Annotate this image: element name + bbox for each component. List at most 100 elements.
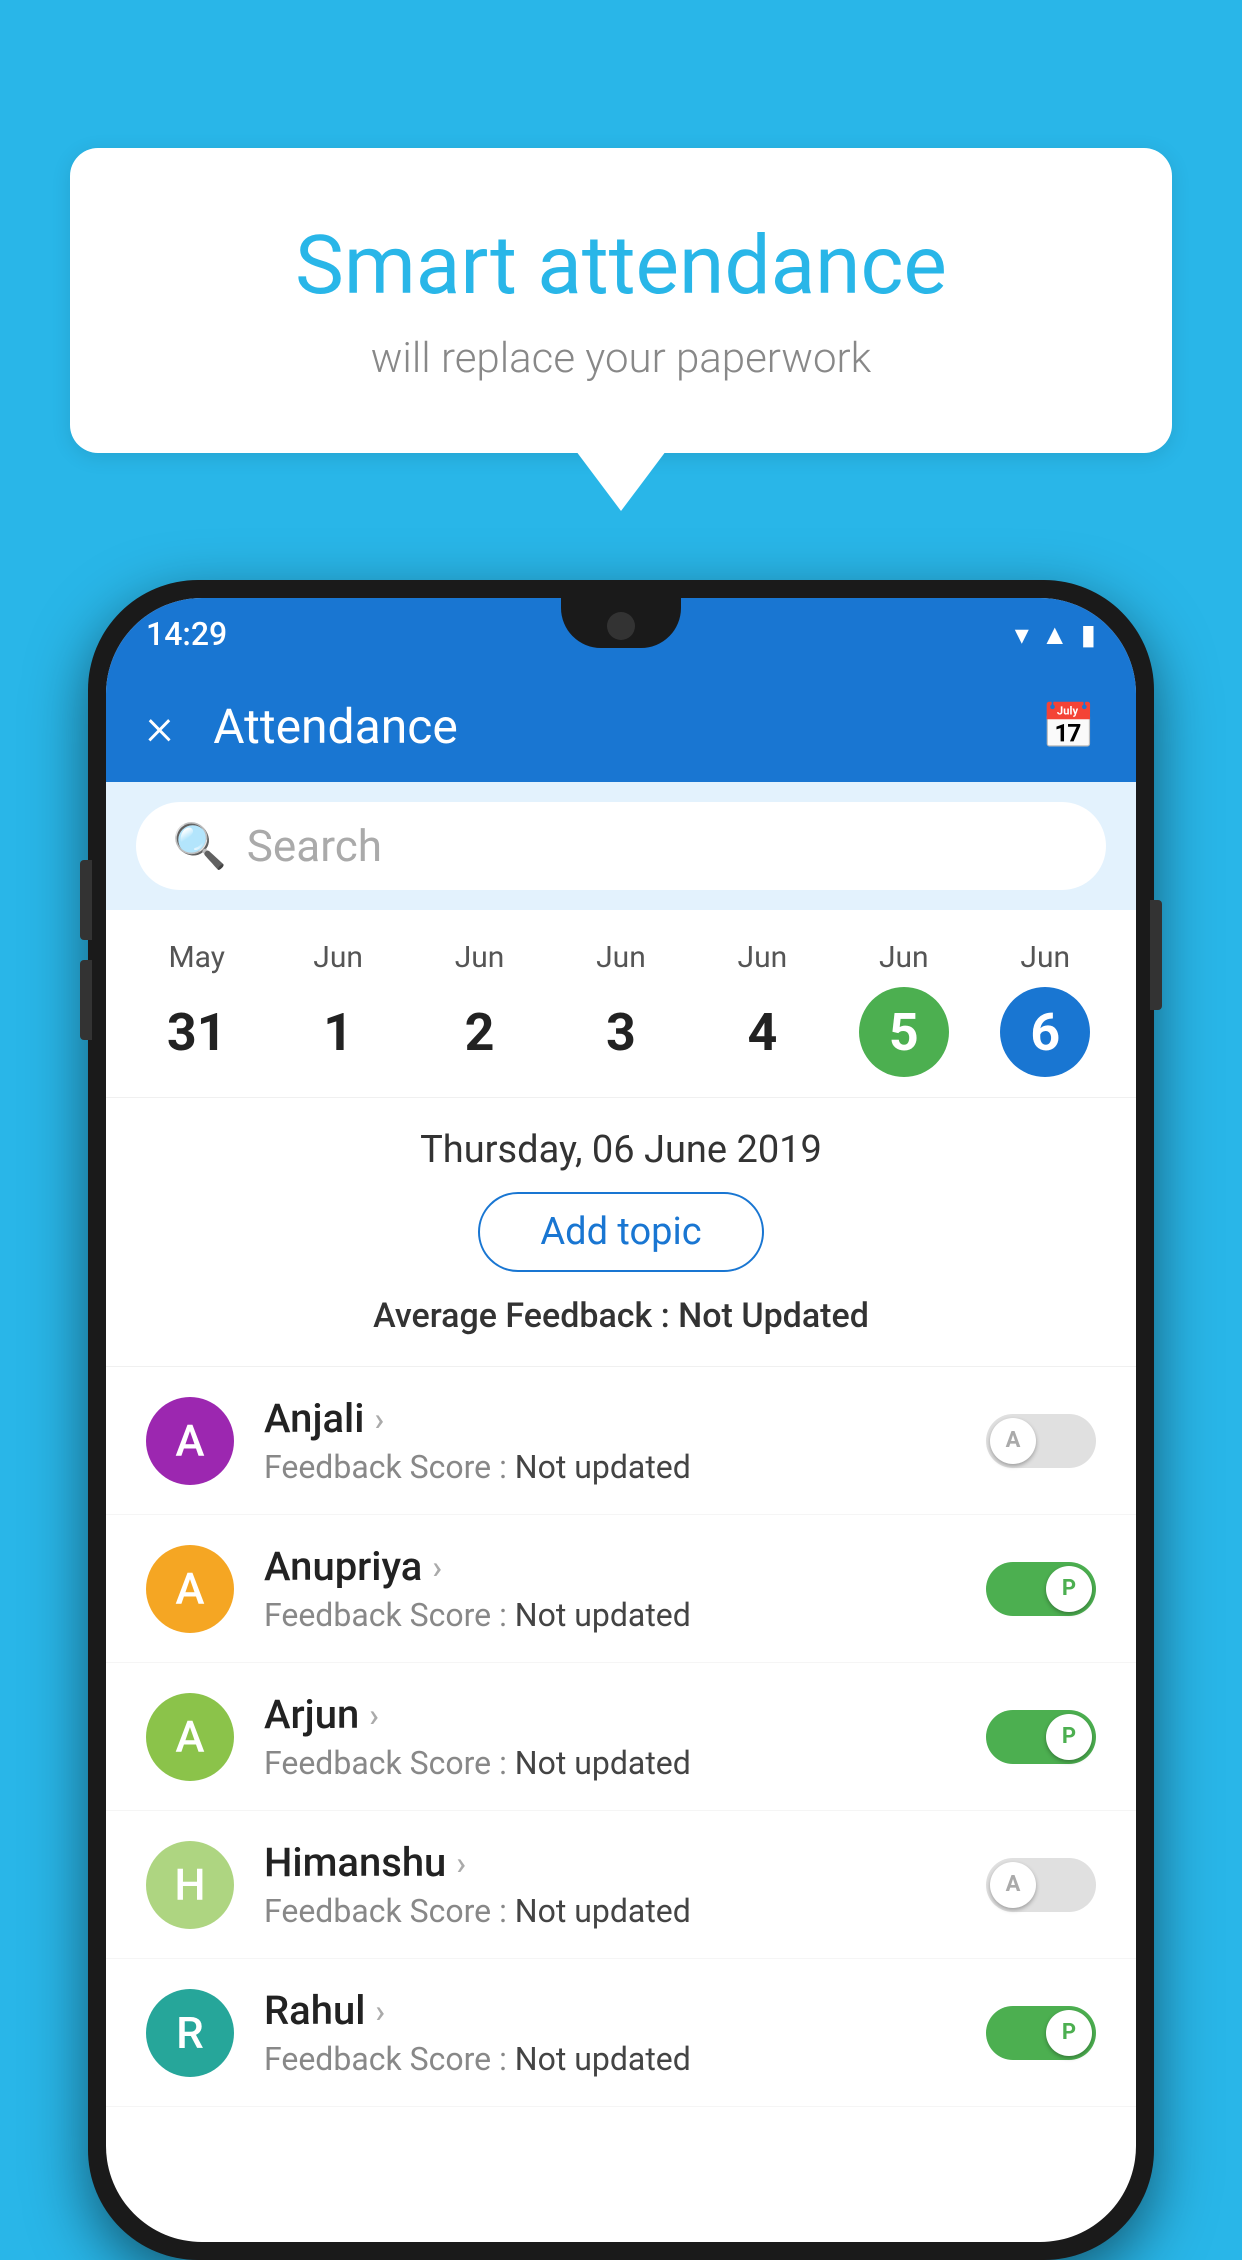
front-camera xyxy=(607,612,635,640)
cal-month-4: Jun xyxy=(738,940,788,975)
speech-bubble-subtitle: will replace your paperwork xyxy=(130,334,1112,383)
cal-date-5: 5 xyxy=(859,987,949,1077)
student-avatar-2: A xyxy=(146,1693,234,1781)
cal-month-1: Jun xyxy=(313,940,363,975)
student-feedback-0: Feedback Score : Not updated xyxy=(264,1448,956,1486)
cal-month-2: Jun xyxy=(455,940,505,975)
attendance-toggle-1[interactable]: P xyxy=(986,1562,1096,1616)
cal-date-0: 31 xyxy=(152,987,242,1077)
calendar-day-1[interactable]: Jun 1 xyxy=(293,940,383,1077)
attendance-toggle-3[interactable]: A xyxy=(986,1858,1096,1912)
toggle-wrapper-0[interactable]: A xyxy=(986,1414,1096,1468)
attendance-toggle-2[interactable]: P xyxy=(986,1710,1096,1764)
student-feedback-4: Feedback Score : Not updated xyxy=(264,2040,956,2078)
cal-month-3: Jun xyxy=(596,940,646,975)
toggle-wrapper-4[interactable]: P xyxy=(986,2006,1096,2060)
attendance-toggle-4[interactable]: P xyxy=(986,2006,1096,2060)
student-avatar-1: A xyxy=(146,1545,234,1633)
toggle-wrapper-1[interactable]: P xyxy=(986,1562,1096,1616)
chevron-icon-3: › xyxy=(456,1844,466,1882)
calendar-strip: May 31 Jun 1 Jun 2 Jun 3 Jun 4 Jun 5 Jun 6 xyxy=(106,910,1136,1098)
search-icon: 🔍 xyxy=(172,820,227,872)
student-name-0: Anjali› xyxy=(264,1395,956,1442)
student-avatar-4: R xyxy=(146,1989,234,2077)
power-button xyxy=(1150,900,1162,1010)
search-bar[interactable]: 🔍 Search xyxy=(136,802,1106,890)
speech-bubble: Smart attendance will replace your paper… xyxy=(70,148,1172,453)
toggle-knob-4: P xyxy=(1046,2010,1092,2056)
student-feedback-3: Feedback Score : Not updated xyxy=(264,1892,956,1930)
toggle-wrapper-3[interactable]: A xyxy=(986,1858,1096,1912)
status-time: 14:29 xyxy=(146,615,227,653)
cal-month-6: Jun xyxy=(1020,940,1070,975)
app-title: Attendance xyxy=(213,698,1041,755)
calendar-day-6[interactable]: Jun 6 xyxy=(1000,940,1090,1077)
student-info-1: Anupriya› Feedback Score : Not updated xyxy=(264,1543,956,1634)
speech-bubble-title: Smart attendance xyxy=(130,218,1112,314)
student-item-0[interactable]: A Anjali› Feedback Score : Not updated A xyxy=(106,1367,1136,1515)
student-feedback-2: Feedback Score : Not updated xyxy=(264,1744,956,1782)
calendar-day-0[interactable]: May 31 xyxy=(152,940,242,1077)
app-bar: × Attendance 📅 xyxy=(106,670,1136,782)
chevron-icon-0: › xyxy=(374,1400,384,1438)
status-icons: ▾ ▲ ▮ xyxy=(1015,618,1096,651)
chevron-icon-4: › xyxy=(375,1992,385,2030)
cal-date-4: 4 xyxy=(717,987,807,1077)
avg-feedback-value: Not Updated xyxy=(678,1296,869,1336)
chevron-icon-1: › xyxy=(432,1548,442,1586)
close-button[interactable]: × xyxy=(146,696,173,757)
student-name-1: Anupriya› xyxy=(264,1543,956,1590)
toggle-wrapper-2[interactable]: P xyxy=(986,1710,1096,1764)
toggle-knob-0: A xyxy=(990,1418,1036,1464)
student-info-4: Rahul› Feedback Score : Not updated xyxy=(264,1987,956,2078)
speech-bubble-wrapper: Smart attendance will replace your paper… xyxy=(70,148,1172,511)
attendance-toggle-0[interactable]: A xyxy=(986,1414,1096,1468)
chevron-icon-2: › xyxy=(369,1696,379,1734)
cal-date-1: 1 xyxy=(293,987,383,1077)
student-name-3: Himanshu› xyxy=(264,1839,956,1886)
calendar-day-4[interactable]: Jun 4 xyxy=(717,940,807,1077)
student-item-1[interactable]: A Anupriya› Feedback Score : Not updated P xyxy=(106,1515,1136,1663)
avg-feedback: Average Feedback : Not Updated xyxy=(146,1296,1096,1336)
student-avatar-3: H xyxy=(146,1841,234,1929)
phone-screen: 14:29 ▾ ▲ ▮ × Attendance 📅 🔍 Search May 3… xyxy=(106,598,1136,2242)
student-avatar-0: A xyxy=(146,1397,234,1485)
status-bar: 14:29 ▾ ▲ ▮ xyxy=(106,598,1136,670)
cal-date-6: 6 xyxy=(1000,987,1090,1077)
student-feedback-1: Feedback Score : Not updated xyxy=(264,1596,956,1634)
volume-up-button xyxy=(80,860,92,940)
student-item-3[interactable]: H Himanshu› Feedback Score : Not updated A xyxy=(106,1811,1136,1959)
calendar-day-2[interactable]: Jun 2 xyxy=(435,940,525,1077)
notch xyxy=(561,598,681,648)
student-name-4: Rahul› xyxy=(264,1987,956,2034)
add-topic-button[interactable]: Add topic xyxy=(478,1192,763,1272)
cal-month-5: Jun xyxy=(879,940,929,975)
wifi-icon: ▾ xyxy=(1015,618,1029,651)
search-input[interactable]: Search xyxy=(247,820,382,872)
student-item-2[interactable]: A Arjun› Feedback Score : Not updated P xyxy=(106,1663,1136,1811)
search-bar-wrapper: 🔍 Search xyxy=(106,782,1136,910)
calendar-day-5[interactable]: Jun 5 xyxy=(859,940,949,1077)
student-list: AAnjali›Feedback Score : Not updatedAAAn… xyxy=(106,1367,1136,2107)
cal-month-0: May xyxy=(168,940,224,975)
calendar-day-3[interactable]: Jun 3 xyxy=(576,940,666,1077)
signal-icon: ▲ xyxy=(1041,618,1069,651)
student-name-2: Arjun› xyxy=(264,1691,956,1738)
avg-feedback-label: Average Feedback : xyxy=(373,1296,678,1336)
cal-date-2: 2 xyxy=(435,987,525,1077)
student-item-4[interactable]: R Rahul› Feedback Score : Not updated P xyxy=(106,1959,1136,2107)
calendar-icon[interactable]: 📅 xyxy=(1041,700,1096,752)
student-info-3: Himanshu› Feedback Score : Not updated xyxy=(264,1839,956,1930)
volume-down-button xyxy=(80,960,92,1040)
cal-date-3: 3 xyxy=(576,987,666,1077)
toggle-knob-1: P xyxy=(1046,1566,1092,1612)
toggle-knob-2: P xyxy=(1046,1714,1092,1760)
phone-frame: 14:29 ▾ ▲ ▮ × Attendance 📅 🔍 Search May 3… xyxy=(88,580,1154,2260)
battery-icon: ▮ xyxy=(1081,618,1096,651)
student-info-0: Anjali› Feedback Score : Not updated xyxy=(264,1395,956,1486)
student-info-2: Arjun› Feedback Score : Not updated xyxy=(264,1691,956,1782)
speech-bubble-tail xyxy=(576,451,666,511)
toggle-knob-3: A xyxy=(990,1862,1036,1908)
date-info-section: Thursday, 06 June 2019 Add topic Average… xyxy=(106,1098,1136,1367)
selected-date-label: Thursday, 06 June 2019 xyxy=(146,1128,1096,1172)
